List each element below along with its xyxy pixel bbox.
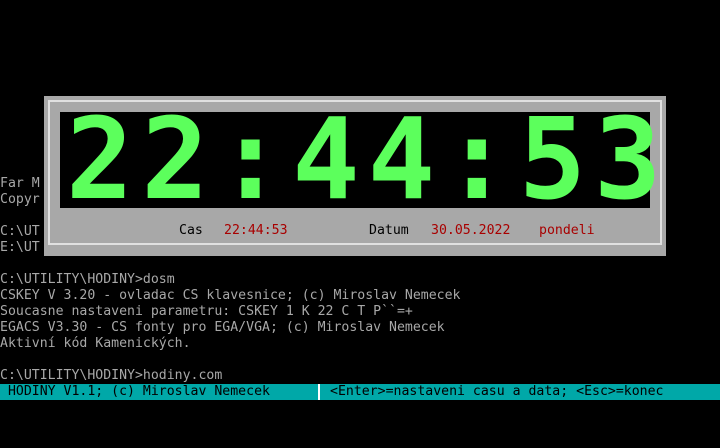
terminal-line: Aktivní kód Kamenických. (0, 336, 191, 351)
terminal-line: Soucasne nastaveni parametru: CSKEY 1 K … (0, 304, 413, 319)
big-time-digits: 22:44:53 (66, 95, 670, 225)
clock-info-row: Cas 22:44:53 Datum 30.05.2022 pondeli (44, 222, 666, 240)
terminal-line: C:\UTILITY\HODINY>dosm (0, 272, 175, 287)
status-app-info: HODINY V1.1; (c) Miroslav Nemecek (0, 384, 270, 399)
terminal-line: C:\UT (0, 224, 40, 239)
terminal-line: Copyr (0, 192, 40, 207)
status-bar: HODINY V1.1; (c) Miroslav Nemecek <Enter… (0, 384, 720, 400)
status-key-hints: <Enter>=nastaveni casu a data; <Esc>=kon… (330, 384, 664, 399)
status-divider (318, 384, 320, 400)
weekday-value: pondeli (539, 223, 595, 238)
command-prompt[interactable]: C:\UTILITY\HODINY>hodiny.com (0, 368, 222, 384)
clock-display: 22:44:53 (60, 95, 670, 225)
date-label: Datum (369, 223, 409, 238)
time-label: Cas (179, 223, 203, 238)
clock-window: 22:44:53 Cas 22:44:53 Datum 30.05.2022 p… (44, 96, 666, 256)
date-value: 30.05.2022 (431, 223, 511, 238)
time-value: 22:44:53 (224, 223, 288, 238)
terminal-line: EGACS V3.30 - CS fonty pro EGA/VGA; (c) … (0, 320, 445, 335)
terminal-line: Far M (0, 176, 40, 191)
terminal-line: E:\UT (0, 240, 40, 255)
terminal-line: CSKEY V 3.20 - ovladac CS klavesnice; (c… (0, 288, 461, 303)
